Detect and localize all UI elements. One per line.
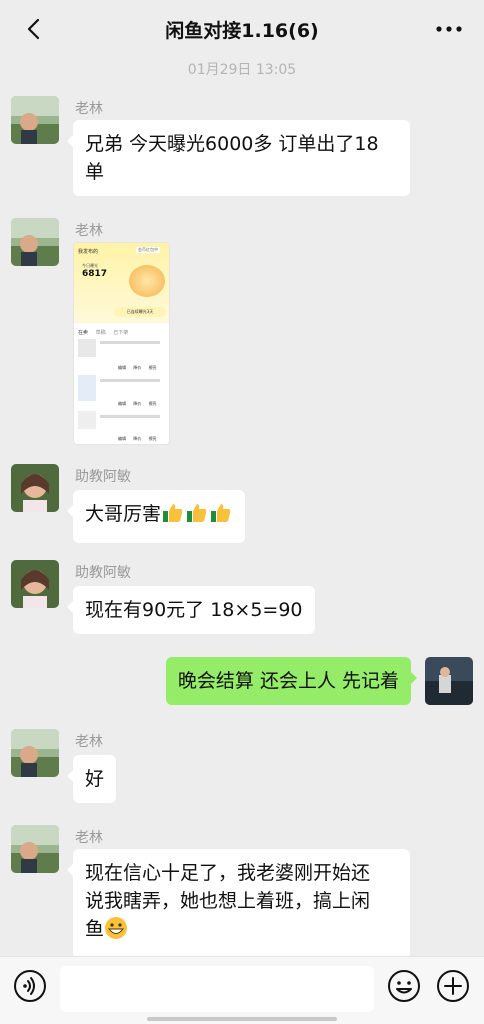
- grinning-face-icon: [104, 916, 128, 948]
- thumbs-up-icon: [185, 501, 209, 533]
- message-text: 大哥厉害: [85, 503, 162, 525]
- message-bubble[interactable]: 现在有90元了 18×5=90: [67, 586, 315, 634]
- image-stat-value: 6817: [82, 269, 108, 279]
- image-tabs: 在卖 草稿 已下架: [78, 329, 128, 336]
- avatar[interactable]: [11, 464, 59, 512]
- more-button[interactable]: [432, 14, 466, 44]
- sender-name: 老林: [75, 101, 103, 117]
- message-bubble[interactable]: 晚会结算 还会上人 先记着: [165, 657, 418, 705]
- image-pill: 已连续曝光3天: [114, 307, 166, 317]
- thumbs-up-icon: [209, 501, 233, 533]
- message-text: 现在信心十足了，我老婆刚开始还: [85, 862, 371, 884]
- sender-name: 老林: [75, 734, 103, 750]
- image-tab: 在卖: [78, 330, 89, 336]
- sender-name: 助教阿敏: [75, 469, 131, 485]
- image-action: 擦亮: [148, 401, 157, 406]
- image-action: 降价: [133, 401, 142, 406]
- image-row-actions: 编辑 降价 擦亮: [118, 436, 157, 442]
- chat-title: 闲鱼对接1.16(6): [165, 19, 319, 42]
- image-action: 编辑: [118, 365, 126, 370]
- chevron-left-icon: [27, 18, 40, 40]
- image-row-line: [100, 341, 160, 344]
- chat-header: 闲鱼对接1.16(6): [0, 0, 484, 58]
- image-row-thumb: [78, 339, 96, 357]
- image-message[interactable]: 我发布的 金币红包中 今日曝光 6817 已连续曝光3天 在卖 草稿 已下架 编…: [73, 242, 170, 445]
- avatar[interactable]: [11, 825, 59, 873]
- avatar[interactable]: [11, 96, 59, 144]
- back-button[interactable]: [18, 14, 48, 44]
- sender-name: 老林: [75, 830, 103, 846]
- home-indicator: [147, 1017, 337, 1021]
- message-bubble[interactable]: 大哥厉害: [66, 490, 246, 543]
- avatar[interactable]: [11, 218, 59, 266]
- message-bubble[interactable]: 好: [66, 755, 117, 803]
- message-bubble[interactable]: 兄弟 今天曝光6000多 订单出了18 单: [67, 120, 410, 196]
- message-text: 现在有90元了 18×5=90: [85, 599, 303, 621]
- image-row-actions: 编辑 降价 擦亮: [118, 365, 157, 371]
- image-row-actions: 编辑 降价 擦亮: [118, 401, 157, 407]
- input-bar: [0, 956, 484, 1024]
- image-action: 降价: [133, 436, 142, 441]
- image-action: 擦亮: [148, 436, 157, 441]
- more-dots-icon: [436, 26, 462, 32]
- image-badge: 金币红包中: [136, 247, 160, 253]
- voice-button[interactable]: [13, 969, 47, 1003]
- image-row-thumb: [78, 375, 96, 401]
- message-timestamp: 01月29日 13:05: [187, 62, 297, 78]
- plus-icon: [437, 970, 469, 1002]
- message-text: 晚会结算 还会上人 先记着: [177, 670, 399, 692]
- message-input[interactable]: [60, 966, 374, 1012]
- image-row-line: [100, 379, 160, 382]
- message-text: 鱼: [85, 918, 105, 940]
- image-tab: 草稿: [95, 330, 106, 336]
- smiley-icon: [388, 970, 420, 1002]
- message-text: 好: [85, 768, 105, 790]
- message-text: 单: [85, 161, 105, 183]
- avatar[interactable]: [11, 560, 59, 608]
- sender-name: 助教阿敏: [75, 565, 131, 581]
- image-text: 我发布的: [78, 249, 99, 255]
- avatar[interactable]: [425, 657, 473, 705]
- coin-graphic: [129, 265, 165, 297]
- image-row-thumb: [78, 411, 96, 429]
- image-action: 降价: [133, 365, 142, 370]
- image-action: 编辑: [118, 436, 126, 441]
- message-text: 兄弟 今天曝光6000多 订单出了18: [85, 133, 379, 155]
- avatar[interactable]: [11, 729, 59, 777]
- image-tab: 已下架: [113, 330, 129, 336]
- sender-name: 老林: [75, 223, 103, 239]
- image-action: 擦亮: [148, 365, 157, 370]
- message-text: 说我瞎弄，她也想上着班，搞上闲: [85, 890, 371, 912]
- plus-button[interactable]: [436, 969, 470, 1003]
- message-bubble[interactable]: 现在信心十足了，我老婆刚开始还 说我瞎弄，她也想上着班，搞上闲 鱼: [67, 849, 410, 959]
- image-row-line: [100, 415, 160, 418]
- thumbs-up-icon: [161, 501, 185, 533]
- emoji-button[interactable]: [387, 969, 421, 1003]
- voice-icon: [14, 970, 46, 1002]
- image-action: 编辑: [118, 401, 126, 406]
